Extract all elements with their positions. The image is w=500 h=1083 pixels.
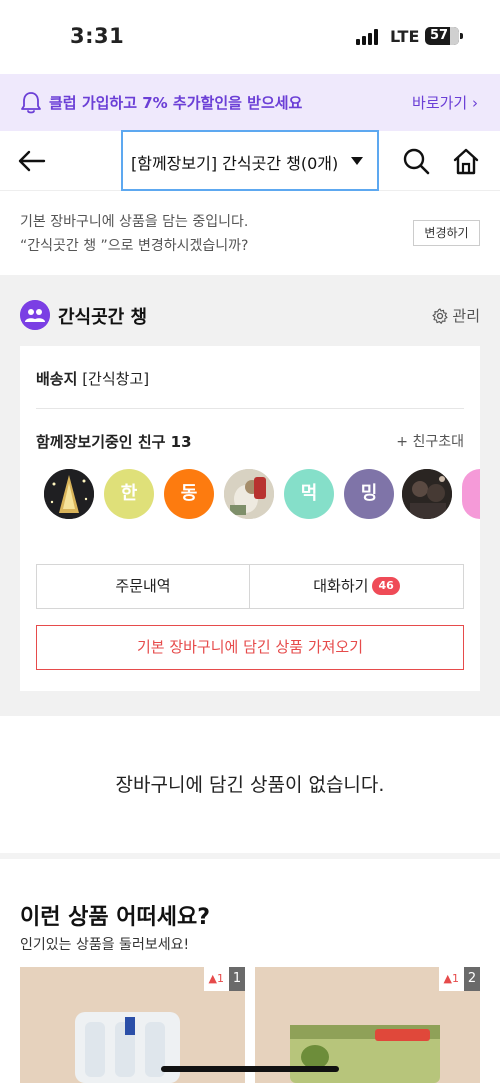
invite-label: 친구초대 [412, 434, 464, 450]
search-icon[interactable] [402, 147, 430, 175]
gear-icon [432, 307, 448, 324]
rank-badge: ▲1 2 [438, 967, 480, 991]
friends-title: 함께장보기중인 친구 13 [36, 433, 192, 451]
friend-avatar[interactable] [224, 469, 274, 519]
invite-friend-button[interactable]: + 친구초대 [396, 431, 464, 451]
avatar-photo [224, 469, 274, 519]
battery-icon: 57 [425, 27, 463, 45]
manage-label: 관리 [452, 307, 480, 325]
club-promo-banner[interactable]: 클럽 가입하고 7% 추가할인을 받으세요 바로가기 › [0, 74, 500, 131]
reco-title: 이런 상품 어떠세요? [20, 905, 211, 930]
empty-cart-section: 장바구니에 담긴 상품이 없습니다. [0, 716, 500, 853]
friend-avatar[interactable]: 한 [104, 469, 154, 519]
rank-number: 1 [229, 967, 245, 991]
rank-badge: ▲1 1 [203, 967, 245, 991]
notice-line-1: 기본 장바구니에 상품을 담는 중입니다. [20, 214, 249, 230]
bell-icon [21, 92, 41, 114]
shipping-label: 배송지 [36, 370, 78, 388]
recommendations-section: 이런 상품 어떠세요? 인기있는 상품을 둘러보세요! ▲1 1 ▲1 2 [0, 859, 500, 1083]
group-name: 간식곳간 챙 [58, 307, 148, 328]
avatar-photo [402, 469, 452, 519]
chat-unread-badge: 46 [372, 577, 400, 595]
friend-avatar[interactable] [462, 469, 480, 519]
friend-avatar[interactable]: 먹 [284, 469, 334, 519]
group-header: 간식곳간 챙 관리 [20, 299, 480, 333]
shipping-address[interactable]: 배송지 [간식창고] [36, 368, 149, 389]
status-time: 3:31 [70, 24, 125, 48]
group-card: 배송지 [간식창고] 함께장보기중인 친구 13 + 친구초대 한 동 먹 밍 … [20, 346, 480, 691]
rank-number: 2 [464, 967, 480, 991]
shipping-value: [간식창고] [82, 370, 150, 388]
manage-button[interactable]: 관리 [432, 305, 480, 326]
friend-avatar[interactable]: 밍 [344, 469, 394, 519]
friend-initial: 밍 [360, 483, 378, 504]
friend-avatar[interactable]: 동 [164, 469, 214, 519]
change-cart-button[interactable]: 변경하기 [413, 220, 480, 246]
home-icon[interactable] [452, 147, 480, 175]
network-label: LTE [390, 27, 420, 46]
plus-icon: + [396, 434, 409, 450]
signal-icon [356, 29, 382, 45]
cart-mode-notice: 기본 장바구니에 상품을 담는 중입니다. “간식곳간 챙 ”으로 변경하시겠습… [0, 191, 500, 275]
notice-line-2: “간식곳간 챙 ”으로 변경하시겠습니까? [20, 238, 249, 254]
battery-level: 57 [430, 28, 449, 43]
friend-initial: 먹 [300, 483, 318, 504]
rank-change: ▲1 [438, 967, 464, 991]
group-shopping-section: 간식곳간 챙 관리 배송지 [간식창고] 함께장보기중인 친구 13 + 친구초… [0, 275, 500, 716]
order-history-button[interactable]: 주문내역 [36, 564, 250, 609]
chat-label: 대화하기 [313, 577, 369, 595]
status-bar: 3:31 LTE 57 [0, 0, 500, 74]
promo-go-link[interactable]: 바로가기 › [412, 92, 478, 113]
cart-selector-dropdown[interactable]: [함께장보기] 간식곳간 챙(0개) [121, 130, 379, 191]
caret-down-icon [351, 157, 363, 165]
avatar-photo [44, 469, 94, 519]
friend-initial: 동 [180, 483, 198, 504]
rank-change: ▲1 [203, 967, 229, 991]
home-indicator [161, 1066, 339, 1072]
divider [36, 408, 464, 409]
cart-selector-label: [함께장보기] 간식곳간 챙(0개) [131, 154, 339, 173]
group-icon [20, 300, 50, 330]
friend-avatar[interactable] [402, 469, 452, 519]
back-arrow-icon[interactable] [16, 145, 48, 177]
chat-button[interactable]: 대화하기 46 [249, 564, 464, 609]
nav-bar: [함께장보기] 간식곳간 챙(0개) [0, 130, 500, 191]
friend-initial: 한 [120, 483, 138, 504]
friend-avatar[interactable] [44, 469, 94, 519]
promo-text: 클럽 가입하고 7% 추가할인을 받으세요 [49, 94, 303, 112]
empty-cart-message: 장바구니에 담긴 상품이 없습니다. [115, 774, 385, 796]
reco-subtitle: 인기있는 상품을 둘러보세요! [20, 937, 190, 953]
import-cart-button[interactable]: 기본 장바구니에 담긴 상품 가져오기 [36, 625, 464, 670]
